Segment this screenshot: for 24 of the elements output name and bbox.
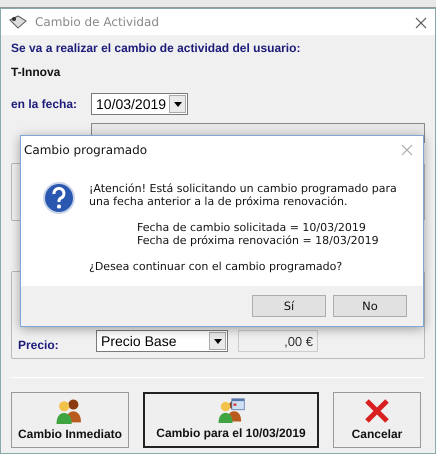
dialog-button[interactable]: Sí [252, 295, 326, 317]
cancel-icon [364, 398, 390, 424]
dialog-button[interactable]: No [333, 295, 407, 317]
action-button[interactable]: Cambio para el 10/03/2019 [143, 392, 319, 448]
user-name: T-Innova [11, 65, 62, 79]
dialog-message: ¡Atención! Está solicitando un cambio programado para una fecha anterior a la de próxima renovación. [89, 182, 398, 208]
close-icon[interactable] [415, 16, 427, 28]
heading: Se va a realizar el cambio de actividad del usuario: [11, 41, 302, 55]
question-icon [43, 182, 75, 214]
action-button[interactable]: Cambio Inmediato [11, 392, 129, 448]
window-title: Cambio de Actividad [35, 15, 160, 29]
price-label: Precio: [18, 338, 60, 352]
date-label: en la fecha: [11, 97, 78, 111]
detail-line: Fecha de próxima renovación = 18/03/2019 [136, 234, 380, 247]
price-amount: ,00 € [238, 330, 318, 352]
detail-line: Fecha de cambio solicitada = 10/03/2019 [136, 221, 367, 234]
caret-icon [174, 102, 182, 106]
date-dropdown[interactable]: 10/03/2019 [91, 93, 188, 115]
caret-icon [214, 338, 222, 344]
price-dropdown[interactable]: Precio Base [96, 330, 228, 352]
app-icon [9, 15, 27, 29]
action-button[interactable]: Cancelar [333, 392, 421, 448]
dialog-title: Cambio programado [24, 143, 148, 157]
dialog-question: ¿Desea continuar con el cambio programado? [89, 260, 344, 273]
